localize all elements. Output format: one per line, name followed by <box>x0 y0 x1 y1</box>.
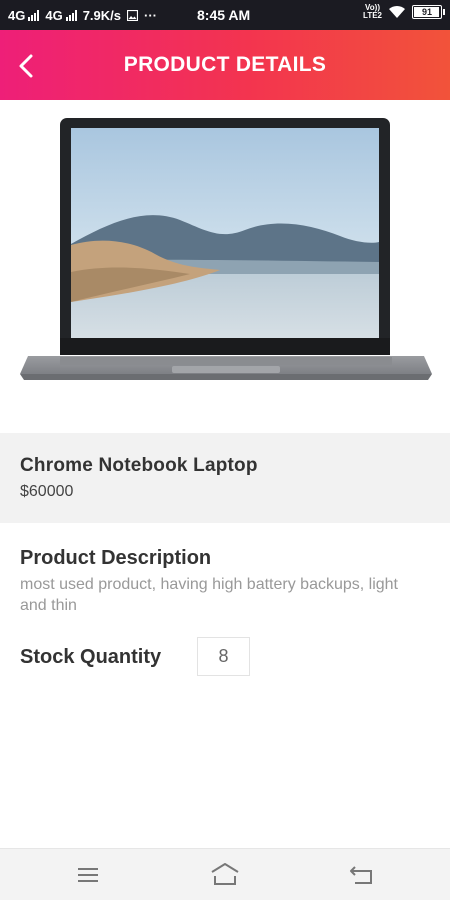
product-price: $60000 <box>20 483 74 500</box>
product-name: Chrome Notebook Laptop <box>20 455 258 476</box>
laptop-image <box>20 118 432 380</box>
gallery-icon <box>127 9 138 21</box>
more-notifications: ··· <box>144 7 157 23</box>
navigation-bar <box>0 848 450 900</box>
app-header: PRODUCT DETAILS <box>0 30 450 100</box>
page-title: PRODUCT DETAILS <box>123 53 327 76</box>
signal-icon <box>28 9 40 21</box>
product-summary: Chrome Notebook Laptop $60000 <box>0 433 450 523</box>
status-left: 4G 4G 7.9K/s ··· <box>8 8 198 23</box>
network-indicator-2: 4G <box>45 7 77 23</box>
description-title: Product Description <box>20 547 212 569</box>
network-speed: 7.9K/s <box>82 7 121 23</box>
status-bar: 4G 4G 7.9K/s ··· 8:45 AM Vo)) LTE2 91 <box>0 0 450 30</box>
back-icon[interactable] <box>347 861 377 889</box>
wifi-icon <box>389 5 405 18</box>
clock: 8:45 AM <box>197 7 251 23</box>
home-icon[interactable] <box>210 861 240 889</box>
battery-level: 91 <box>421 7 432 17</box>
volte-icon: Vo)) LTE2 <box>363 3 382 20</box>
network-type-2: 4G <box>45 7 63 23</box>
status-right: Vo)) LTE2 91 <box>363 3 445 20</box>
stock-quantity-value: 8 <box>197 637 250 676</box>
network-indicator-1: 4G <box>8 7 40 23</box>
network-type-1: 4G <box>8 7 26 23</box>
chevron-left-icon[interactable] <box>14 52 42 80</box>
signal-icon <box>65 9 77 21</box>
description-text: most used product, having high battery b… <box>20 576 398 614</box>
battery-icon: 91 <box>412 5 445 19</box>
stock-quantity-label: Stock Quantity <box>20 646 162 668</box>
menu-icon[interactable] <box>73 861 103 889</box>
